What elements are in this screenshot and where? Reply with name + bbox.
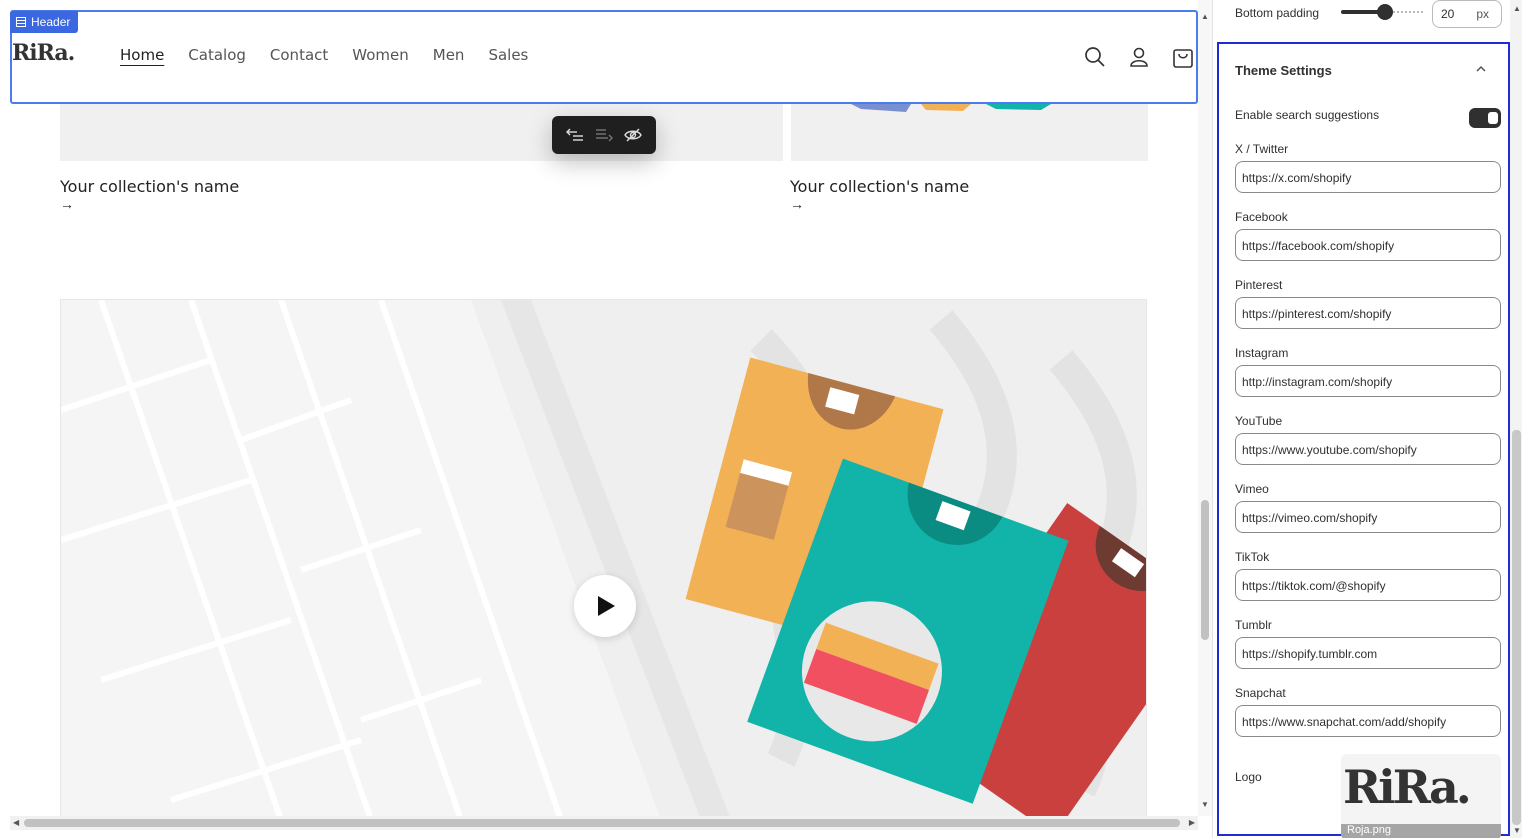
preview-canvas: Your collection's name → Your collection… <box>10 0 1198 816</box>
storefront-preview: Your collection's name → Your collection… <box>0 0 1212 838</box>
play-button[interactable] <box>574 575 636 637</box>
nav-sales[interactable]: Sales <box>488 46 528 64</box>
arrow-right-icon[interactable]: → <box>60 196 74 212</box>
nav-catalog[interactable]: Catalog <box>188 46 246 64</box>
video-section[interactable] <box>60 299 1147 816</box>
logo-filename: Roja.png <box>1341 824 1501 838</box>
main-nav: Home Catalog Contact Women Men Sales <box>120 46 552 64</box>
section-toolbar <box>552 116 656 154</box>
theme-settings-section: Theme Settings Enable search suggestions… <box>1217 42 1510 838</box>
move-up-icon[interactable] <box>565 125 585 145</box>
field-label: Pinterest <box>1235 278 1283 292</box>
preview-horizontal-scrollbar[interactable]: ◀ ▶ <box>10 816 1198 830</box>
twitter-url-input[interactable]: https://x.com/shopify <box>1235 161 1501 193</box>
search-icon[interactable] <box>1082 44 1108 70</box>
search-suggestions-label: Enable search suggestions <box>1235 108 1380 122</box>
field-label: Snapchat <box>1235 686 1286 700</box>
social-field-instagram: Instagram http://instagram.com/shopify <box>1235 346 1501 397</box>
logo-preview-image: RiRa. <box>1343 760 1472 814</box>
instagram-url-input[interactable]: http://instagram.com/shopify <box>1235 365 1501 397</box>
arrow-right-icon[interactable]: → <box>790 196 804 212</box>
section-icon <box>16 17 26 27</box>
panel-scrollbar[interactable]: ▲ ▼ <box>1510 0 1522 838</box>
search-suggestions-row: Enable search suggestions <box>1235 108 1501 128</box>
preview-vertical-scrollbar[interactable]: ▲ ▼ <box>1198 0 1212 816</box>
slider-knob[interactable] <box>1377 4 1393 20</box>
account-icon[interactable] <box>1126 44 1152 70</box>
snapchat-url-input[interactable]: https://www.snapchat.com/add/shopify <box>1235 705 1501 737</box>
nav-home[interactable]: Home <box>120 46 164 64</box>
nav-men[interactable]: Men <box>433 46 465 64</box>
field-label: Facebook <box>1235 210 1288 224</box>
search-suggestions-toggle[interactable] <box>1469 108 1501 128</box>
logo-image-picker[interactable]: RiRa. Roja.png <box>1341 754 1501 838</box>
field-label: TikTok <box>1235 550 1270 564</box>
store-logo[interactable]: RiRa. <box>12 40 75 66</box>
scrollbar-thumb[interactable] <box>24 819 1180 827</box>
social-field-pinterest: Pinterest https://pinterest.com/shopify <box>1235 278 1501 329</box>
hide-eye-icon[interactable] <box>623 125 643 145</box>
tiktok-url-input[interactable]: https://tiktok.com/@shopify <box>1235 569 1501 601</box>
pinterest-url-input[interactable]: https://pinterest.com/shopify <box>1235 297 1501 329</box>
social-field-youtube: YouTube https://www.youtube.com/shopify <box>1235 414 1501 465</box>
cart-icon[interactable] <box>1170 44 1196 70</box>
header-actions <box>1082 44 1196 70</box>
social-field-facebook: Facebook https://facebook.com/shopify <box>1235 210 1501 261</box>
bottom-padding-label: Bottom padding <box>1235 6 1320 20</box>
field-label: Tumblr <box>1235 618 1272 632</box>
social-field-snapchat: Snapchat https://www.snapchat.com/add/sh… <box>1235 686 1501 737</box>
logo-label: Logo <box>1235 770 1262 784</box>
social-field-vimeo: Vimeo https://vimeo.com/shopify <box>1235 482 1501 533</box>
logo-setting: Logo RiRa. Roja.png <box>1235 754 1501 838</box>
tumblr-url-input[interactable]: https://shopify.tumblr.com <box>1235 637 1501 669</box>
collection-card-image[interactable] <box>791 104 1148 161</box>
theme-settings-title[interactable]: Theme Settings <box>1235 63 1332 78</box>
scrollbar-thumb[interactable] <box>1512 430 1521 825</box>
youtube-url-input[interactable]: https://www.youtube.com/shopify <box>1235 433 1501 465</box>
video-cover-illustration <box>61 300 1146 816</box>
scrollbar-thumb[interactable] <box>1201 500 1209 640</box>
selection-tag-label: Header <box>31 15 71 29</box>
settings-panel: Bottom padding 20 px Theme Settings Enab… <box>1212 0 1522 838</box>
collection-card-image[interactable] <box>60 104 783 161</box>
social-field-twitter: X / Twitter https://x.com/shopify <box>1235 142 1501 193</box>
tshirt-thumbnail <box>851 104 1051 112</box>
collection-title[interactable]: Your collection's name <box>790 177 969 196</box>
collection-title[interactable]: Your collection's name <box>60 177 239 196</box>
move-down-icon[interactable] <box>594 125 614 145</box>
field-label: YouTube <box>1235 414 1283 428</box>
nav-women[interactable]: Women <box>352 46 408 64</box>
field-label: X / Twitter <box>1235 142 1289 156</box>
bottom-padding-input[interactable]: 20 px <box>1432 0 1502 28</box>
field-label: Vimeo <box>1235 482 1269 496</box>
bottom-padding-slider[interactable] <box>1341 4 1423 20</box>
store-header[interactable]: RiRa. Home Catalog Contact Women Men Sal… <box>10 10 1198 104</box>
nav-contact[interactable]: Contact <box>270 46 328 64</box>
social-field-tiktok: TikTok https://tiktok.com/@shopify <box>1235 550 1501 601</box>
vimeo-url-input[interactable]: https://vimeo.com/shopify <box>1235 501 1501 533</box>
chevron-up-icon[interactable] <box>1474 62 1488 76</box>
facebook-url-input[interactable]: https://facebook.com/shopify <box>1235 229 1501 261</box>
field-label: Instagram <box>1235 346 1289 360</box>
play-icon <box>598 596 615 616</box>
selection-tag[interactable]: Header <box>10 11 79 33</box>
social-field-tumblr: Tumblr https://shopify.tumblr.com <box>1235 618 1501 669</box>
